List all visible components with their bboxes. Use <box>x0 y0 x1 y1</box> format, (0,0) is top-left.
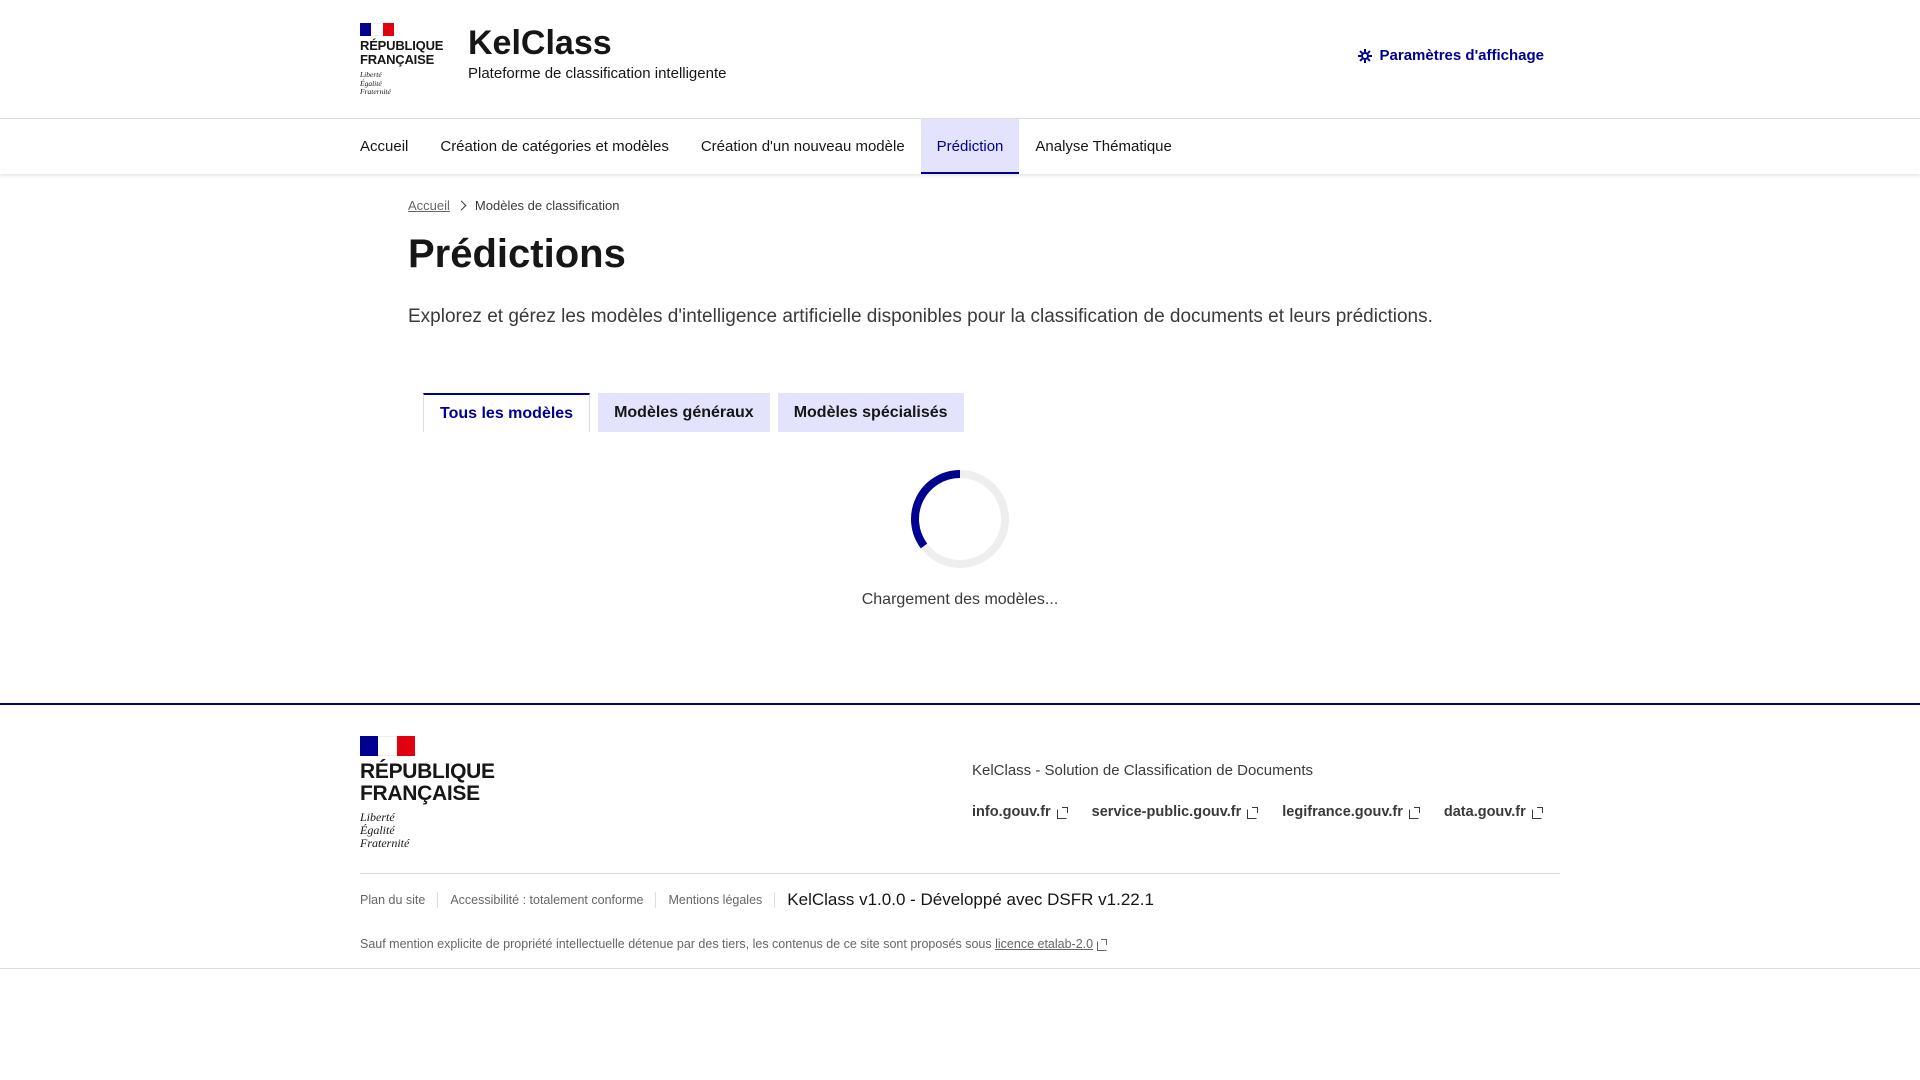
footer-bottom-bar: Plan du site Accessibilité : totalement … <box>360 890 1154 910</box>
footer-republique-francaise-logo[interactable]: RÉPUBLIQUE FRANÇAISE Liberté Égalité Fra… <box>360 736 495 850</box>
license-link[interactable]: licence etalab-2.0 <box>995 937 1108 951</box>
service-tagline: Plateforme de classification intelligent… <box>468 65 727 82</box>
footer-link-label: info.gouv.fr <box>972 804 1051 820</box>
footer-link-plan-du-site[interactable]: Plan du site <box>360 892 439 908</box>
footer-license: Sauf mention explicite de propriété inte… <box>360 937 1108 951</box>
page-lead: Explorez et gérez les modèles d'intellig… <box>408 306 1433 327</box>
nav-item-creation-categories[interactable]: Création de catégories et modèles <box>424 119 684 174</box>
footer-logo-text: RÉPUBLIQUE FRANÇAISE <box>360 760 495 805</box>
logo-motto: Liberté Égalité Fraternité <box>360 70 391 96</box>
sun-icon <box>1357 48 1372 63</box>
footer-divider <box>360 873 1560 874</box>
footer-link-accessibilite[interactable]: Accessibilité : totalement conforme <box>450 892 657 908</box>
tab-modeles-specialises[interactable]: Modèles spécialisés <box>777 393 964 432</box>
breadcrumb-home-link[interactable]: Accueil <box>408 198 450 213</box>
service-brand[interactable]: KelClass Plateforme de classification in… <box>468 22 726 82</box>
display-settings-button[interactable]: Paramètres d'affichage <box>1357 47 1544 64</box>
service-title: KelClass <box>468 24 612 62</box>
external-link-icon <box>1408 806 1420 819</box>
display-settings-label: Paramètres d'affichage <box>1379 47 1544 64</box>
external-link-icon <box>1097 939 1108 951</box>
breadcrumb-current: Modèles de classification <box>474 198 620 213</box>
footer-external-links: info.gouv.fr service-public.gouv.fr legi… <box>972 804 1543 820</box>
footer-link-data-gouv[interactable]: data.gouv.fr <box>1444 804 1543 820</box>
site-header: RÉPUBLIQUE FRANÇAISE Liberté Égalité Fra… <box>0 0 1920 118</box>
french-flag-icon <box>360 736 415 756</box>
loading-spinner-icon <box>911 470 1009 568</box>
model-tabs: Tous les modèles Modèles généraux Modèle… <box>423 393 964 432</box>
republique-francaise-logo[interactable]: RÉPUBLIQUE FRANÇAISE Liberté Égalité Fra… <box>360 23 444 97</box>
french-flag-icon <box>360 23 394 36</box>
footer-link-mentions-legales[interactable]: Mentions légales <box>668 892 776 908</box>
page-title: Prédictions <box>408 232 626 276</box>
footer-logo-motto: Liberté Égalité Fraternité <box>360 810 410 850</box>
footer-version: KelClass v1.0.0 - Développé avec DSFR v1… <box>787 890 1154 909</box>
nav-item-nouveau-modele[interactable]: Création d'un nouveau modèle <box>685 119 921 174</box>
footer-link-legifrance[interactable]: legifrance.gouv.fr <box>1282 804 1420 820</box>
license-link-label: licence etalab-2.0 <box>995 937 1094 951</box>
footer-link-label: data.gouv.fr <box>1443 804 1526 820</box>
footer-link-info-gouv[interactable]: info.gouv.fr <box>972 804 1068 820</box>
external-link-icon <box>1531 806 1543 819</box>
site-footer: RÉPUBLIQUE FRANÇAISE Liberté Égalité Fra… <box>0 703 1920 969</box>
nav-item-accueil[interactable]: Accueil <box>344 119 424 174</box>
footer-link-label: service-public.gouv.fr <box>1091 804 1242 820</box>
chevron-right-icon <box>456 200 467 211</box>
loading-state: Chargement des modèles... <box>408 469 1512 609</box>
loading-text: Chargement des modèles... <box>861 591 1059 608</box>
main-navigation: Accueil Création de catégories et modèle… <box>0 118 1920 174</box>
tab-tous-les-modeles[interactable]: Tous les modèles <box>423 393 591 432</box>
license-text: Sauf mention explicite de propriété inte… <box>360 937 996 951</box>
footer-link-label: legifrance.gouv.fr <box>1282 804 1403 820</box>
external-link-icon <box>1247 806 1259 819</box>
footer-description: KelClass - Solution de Classification de… <box>972 762 1313 779</box>
logo-text: RÉPUBLIQUE FRANÇAISE <box>360 38 444 67</box>
tab-modeles-generaux[interactable]: Modèles généraux <box>598 393 770 432</box>
breadcrumb: Accueil Modèles de classification <box>408 198 619 213</box>
nav-item-prediction[interactable]: Prédiction <box>920 119 1020 174</box>
footer-link-service-public[interactable]: service-public.gouv.fr <box>1092 804 1259 820</box>
external-link-icon <box>1056 806 1068 819</box>
nav-item-analyse-thematique[interactable]: Analyse Thématique <box>1019 119 1187 174</box>
